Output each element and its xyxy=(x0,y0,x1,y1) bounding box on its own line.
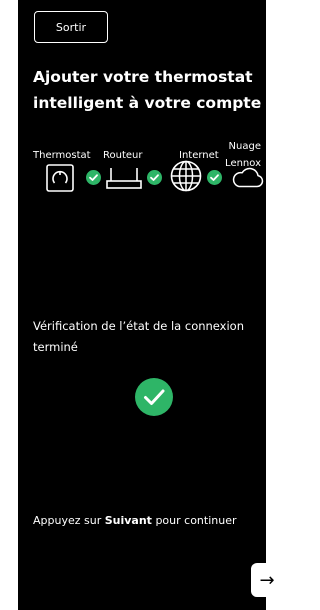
connection-status: Vérification de l’état de la connexion t… xyxy=(33,319,245,354)
continue-hint: Appuyez sur Suivant pour continuer xyxy=(33,514,265,527)
thermostat-icon xyxy=(46,164,74,192)
screen: Sortir Ajouter votre thermostat intellig… xyxy=(0,0,295,610)
next-button[interactable]: → xyxy=(251,563,295,597)
device-label-router: Routeur xyxy=(103,150,143,161)
hint-next-word: Suivant xyxy=(104,514,152,527)
hint-suffix: pour continuer xyxy=(151,514,237,527)
hint-prefix: Appuyez sur xyxy=(33,514,105,527)
check-circle-icon xyxy=(207,170,222,185)
device-label-thermostat: Thermostat xyxy=(33,150,91,161)
success-check-icon xyxy=(135,378,173,416)
setup-panel: Sortir Ajouter votre thermostat intellig… xyxy=(18,0,295,610)
arrow-right-icon: → xyxy=(259,569,275,591)
check-circle-icon xyxy=(147,170,162,185)
exit-button[interactable]: Sortir xyxy=(34,11,108,43)
page-title: Ajouter votre thermostat intelligent à v… xyxy=(33,68,262,112)
check-circle-icon xyxy=(86,170,101,185)
router-icon xyxy=(106,168,142,189)
globe-icon xyxy=(170,160,202,192)
cloud-icon xyxy=(232,167,264,188)
